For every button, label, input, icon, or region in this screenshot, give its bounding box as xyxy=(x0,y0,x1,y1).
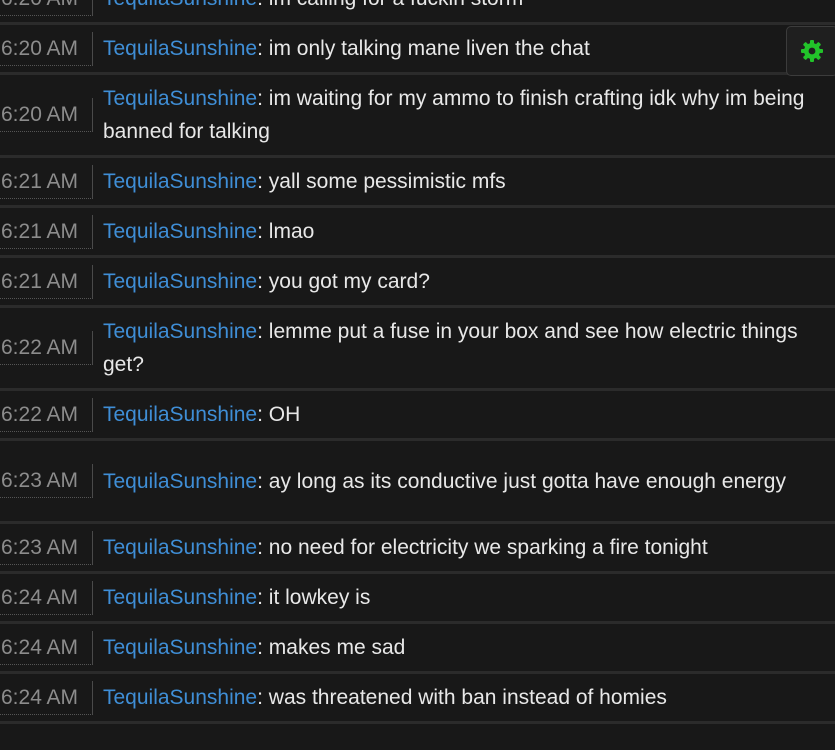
message-timestamp: 6:22 AM xyxy=(0,331,93,365)
message-separator: : xyxy=(257,686,269,709)
message-separator: : xyxy=(257,320,269,343)
message-username[interactable]: TequilaSunshine xyxy=(103,320,257,343)
message-separator: : xyxy=(257,270,269,293)
message-username[interactable]: TequilaSunshine xyxy=(103,636,257,659)
chat-message: 6:22 AM TequilaSunshine: OH xyxy=(0,391,835,441)
chat-message: 6:20 AM TequilaSunshine: im only talking… xyxy=(0,25,835,75)
message-username[interactable]: TequilaSunshine xyxy=(103,0,257,10)
message-timestamp: 6:23 AM xyxy=(0,530,93,565)
message-body: TequilaSunshine: was threatened with ban… xyxy=(93,681,835,714)
message-separator: : xyxy=(257,37,269,60)
chat-message: 6:21 AM TequilaSunshine: lmao xyxy=(0,208,835,258)
message-text: im only talking mane liven the chat xyxy=(268,37,590,60)
chat-log[interactable]: 6:20 AM TequilaSunshine: im calling for … xyxy=(0,0,835,724)
message-separator: : xyxy=(257,170,269,193)
message-body: TequilaSunshine: makes me sad xyxy=(93,631,835,664)
chat-message: 6:23 AM TequilaSunshine: no need for ele… xyxy=(0,524,835,574)
message-separator: : xyxy=(257,469,269,493)
message-username[interactable]: TequilaSunshine xyxy=(103,470,257,493)
message-body: TequilaSunshine: ay long as its conducti… xyxy=(93,465,835,498)
message-body: TequilaSunshine: lmao xyxy=(93,215,835,248)
message-body: TequilaSunshine: im waiting for my ammo … xyxy=(93,82,835,148)
message-timestamp: 6:22 AM xyxy=(0,397,93,432)
message-text: was threatened with ban instead of homie… xyxy=(268,686,667,709)
message-timestamp: 6:21 AM xyxy=(0,264,93,299)
message-username[interactable]: TequilaSunshine xyxy=(103,536,257,559)
chat-message: 6:21 AM TequilaSunshine: yall some pessi… xyxy=(0,158,835,208)
message-body: TequilaSunshine: it lowkey is xyxy=(93,581,835,614)
message-separator: : xyxy=(257,0,269,10)
message-body: TequilaSunshine: im only talking mane li… xyxy=(93,32,835,65)
message-body: TequilaSunshine: you got my card? xyxy=(93,265,835,298)
message-text: im calling for a fuckin storm xyxy=(269,0,523,10)
message-body: TequilaSunshine: yall some pessimistic m… xyxy=(93,165,835,198)
message-separator: : xyxy=(257,586,269,609)
message-timestamp: 6:20 AM xyxy=(0,31,93,66)
message-timestamp: 6:20 AM xyxy=(0,98,93,132)
message-separator: : xyxy=(257,220,269,243)
message-username[interactable]: TequilaSunshine xyxy=(103,270,257,293)
message-text: you got my card? xyxy=(268,270,430,293)
message-text: yall some pessimistic mfs xyxy=(268,170,506,193)
gear-icon xyxy=(801,40,823,62)
message-timestamp: 6:21 AM xyxy=(0,214,93,249)
message-body: TequilaSunshine: lemme put a fuse in you… xyxy=(93,315,835,381)
message-username[interactable]: TequilaSunshine xyxy=(103,403,257,426)
message-separator: : xyxy=(257,87,269,110)
message-body: TequilaSunshine: OH xyxy=(93,398,835,431)
message-separator: : xyxy=(257,403,269,426)
message-timestamp: 6:24 AM xyxy=(0,580,93,615)
chat-message: 6:23 AM TequilaSunshine: ay long as its … xyxy=(0,441,835,524)
message-timestamp: 6:21 AM xyxy=(0,164,93,199)
message-separator: : xyxy=(257,636,269,659)
message-body: TequilaSunshine: no need for electricity… xyxy=(93,531,835,564)
chat-message: 6:21 AM TequilaSunshine: you got my card… xyxy=(0,258,835,308)
message-username[interactable]: TequilaSunshine xyxy=(103,37,257,60)
chat-settings-button[interactable] xyxy=(786,26,835,76)
message-username[interactable]: TequilaSunshine xyxy=(103,170,257,193)
message-timestamp: 6:24 AM xyxy=(0,680,93,715)
message-text: makes me sad xyxy=(268,636,406,659)
message-timestamp: 6:23 AM xyxy=(0,464,93,498)
message-username[interactable]: TequilaSunshine xyxy=(103,686,257,709)
message-text: lmao xyxy=(268,220,315,243)
message-username[interactable]: TequilaSunshine xyxy=(103,87,257,110)
chat-message: 6:22 AM TequilaSunshine: lemme put a fus… xyxy=(0,308,835,391)
message-timestamp: 6:20 AM xyxy=(0,0,93,16)
chat-message: 6:20 AM TequilaSunshine: im calling for … xyxy=(0,0,835,25)
message-separator: : xyxy=(257,536,269,559)
chat-message: 6:24 AM TequilaSunshine: it lowkey is xyxy=(0,574,835,624)
message-text: it lowkey is xyxy=(268,586,371,609)
chat-message: 6:24 AM TequilaSunshine: was threatened … xyxy=(0,674,835,724)
message-body: TequilaSunshine: im calling for a fuckin… xyxy=(93,0,835,15)
chat-message: 6:24 AM TequilaSunshine: makes me sad xyxy=(0,624,835,674)
message-text: OH xyxy=(268,403,301,426)
message-text: no need for electricity we sparking a fi… xyxy=(268,536,708,559)
chat-message: 6:20 AM TequilaSunshine: im waiting for … xyxy=(0,75,835,158)
message-text: ay long as its conductive just gotta hav… xyxy=(268,469,786,493)
message-username[interactable]: TequilaSunshine xyxy=(103,220,257,243)
message-timestamp: 6:24 AM xyxy=(0,630,93,665)
message-username[interactable]: TequilaSunshine xyxy=(103,586,257,609)
